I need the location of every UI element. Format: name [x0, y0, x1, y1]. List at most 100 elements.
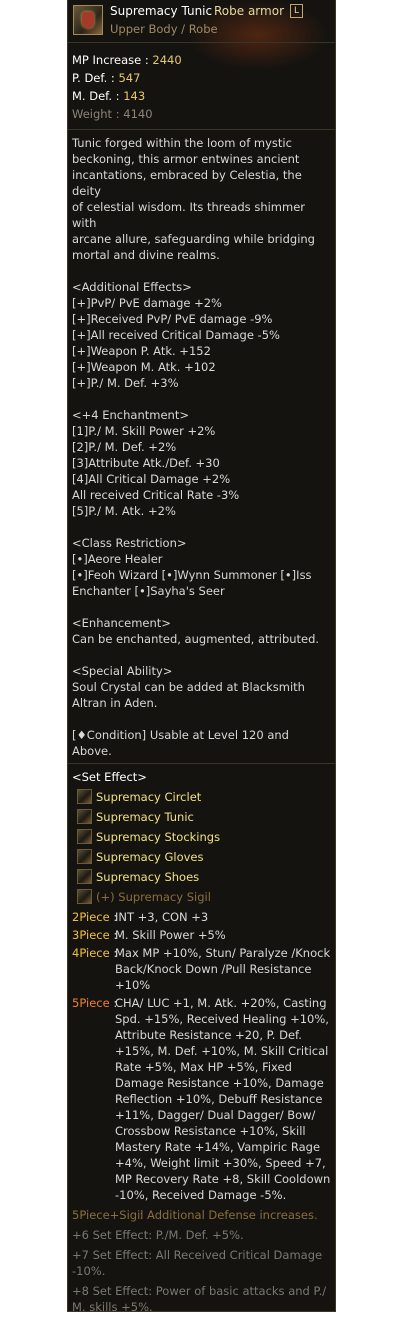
enchant-set-effect: +6 Set Effect: P./M. Def. +5%. — [72, 1228, 244, 1242]
description-line: Soul Crystal can be added at Blacksmith — [72, 680, 305, 694]
description-line: Can be enchanted, augmented, attributed. — [72, 632, 320, 646]
sigil-text: : Additional Defense increases. — [139, 1208, 318, 1222]
set-effect-section: <Set Effect> Supremacy Circlet Supremacy … — [68, 764, 335, 907]
piece-key: 2Piece : — [72, 909, 117, 925]
set-effect-title: <Set Effect> — [72, 770, 147, 784]
stat-mdef: M. Def. : 143 — [72, 87, 331, 105]
piece-separator: : — [109, 946, 118, 960]
description-line: <Additional Effects> — [72, 280, 192, 294]
stats-section: MP Increase : 2440 P. Def. : 547 M. Def.… — [68, 43, 335, 130]
set-item-list: Supremacy Circlet Supremacy Tunic Supremac… — [72, 787, 331, 907]
stat-label: M. Def. : — [72, 89, 124, 103]
description-line: incantations, embraced by Celestia, the … — [72, 168, 302, 198]
stat-pdef: P. Def. : 547 — [72, 69, 331, 87]
sigil-icon — [77, 889, 92, 904]
weight-value: 4140 — [123, 107, 153, 121]
set-item-name: Supremacy Stockings — [96, 830, 221, 844]
stat-value: 547 — [118, 71, 141, 85]
description-line: Altran in Aden. — [72, 696, 158, 710]
description-line: arcane allure, safeguarding while bridgi… — [72, 232, 315, 246]
piece-text: INT +3, CON +3 — [115, 910, 209, 924]
grade-badge: L — [290, 4, 303, 18]
piece-key: 3Piece : — [72, 927, 117, 943]
description-line: [1]P./ M. Skill Power +2% — [72, 424, 216, 438]
piece-count: 4Piece — [72, 946, 110, 960]
set-piece-effect: 3Piece : M. Skill Power +5% — [68, 927, 335, 943]
item-type: Robe armor — [214, 4, 284, 18]
description-line: Tunic forged within the loom of mystic — [72, 136, 292, 150]
set-item: (+) Supremacy Sigil — [72, 887, 331, 907]
stat-value: 143 — [123, 89, 146, 103]
piece-key: 4Piece : — [72, 945, 117, 961]
circlet-icon — [77, 789, 92, 804]
description-line: [•]Aeore Healer — [72, 552, 163, 566]
set-item-name: Supremacy Shoes — [96, 870, 200, 884]
item-tooltip: Supremacy Tunic Robe armor L Upper Body … — [67, 0, 336, 1312]
description-line: beckoning, this armor entwines ancient — [72, 152, 300, 166]
description-line: <Class Restriction> — [72, 536, 187, 550]
description-line: [+]P./ M. Def. +3% — [72, 376, 179, 390]
item-name: Supremacy Tunic — [110, 4, 213, 18]
set-item: Supremacy Shoes — [72, 867, 331, 887]
shoes-icon — [77, 869, 92, 884]
item-slot: Upper Body / Robe — [110, 22, 218, 36]
description-line: [3]Attribute Atk./Def. +30 — [72, 456, 220, 470]
set-item-name: (+) Supremacy Sigil — [96, 890, 211, 904]
description-section: Tunic forged within the loom of mystic be… — [68, 130, 335, 764]
description-line: [4]All Critical Damage +2% — [72, 472, 231, 486]
description-line: [+]Weapon P. Atk. +152 — [72, 344, 211, 358]
tunic-icon — [77, 809, 92, 824]
description-line: of celestial wisdom. Its threads shimmer… — [72, 200, 306, 230]
description-line: [♦Condition] Usable at Level 120 and Abo… — [72, 728, 289, 758]
tooltip-header: Supremacy Tunic Robe armor L Upper Body … — [68, 0, 335, 43]
set-piece-effect: 5Piece : CHA/ LUC +1, M. Atk. +20%, Cast… — [68, 995, 335, 1203]
set-sigil-effect: 5Piece+Sigil 5Piece+Sigil: Additional De… — [68, 1207, 335, 1223]
description-line: [5]P./ M. Atk. +2% — [72, 504, 176, 518]
description-line: <Enhancement> — [72, 616, 171, 630]
piece-key: 5Piece+Sigil — [72, 1208, 144, 1222]
piece-count: 5Piece — [72, 996, 110, 1010]
set-item-name: Supremacy Gloves — [96, 850, 204, 864]
stat-label: P. Def. : — [72, 71, 119, 85]
set-item-name: Supremacy Circlet — [96, 790, 202, 804]
description-line: mortal and divine realms. — [72, 248, 220, 262]
piece-separator: : — [109, 910, 118, 924]
stockings-icon — [77, 829, 92, 844]
set-piece-effect: 2Piece : INT +3, CON +3 — [68, 909, 335, 925]
set-piece-list: 2Piece : INT +3, CON +3 3Piece : M. Skill… — [68, 909, 335, 1203]
stat-weight: Weight : 4140 — [72, 105, 331, 123]
set-item: Supremacy Circlet — [72, 787, 331, 807]
enchant-set-effect: +8 Set Effect: Power of basic attacks an… — [72, 1284, 327, 1312]
piece-count: 3Piece — [72, 928, 110, 942]
piece-text: CHA/ LUC +1, M. Atk. +20%, Casting Spd. … — [115, 996, 331, 1202]
enchant-set-effect: +7 Set Effect: All Received Critical Dam… — [72, 1248, 323, 1278]
piece-separator: : — [109, 928, 118, 942]
tunic-icon — [73, 5, 103, 35]
stat-value: 2440 — [152, 53, 182, 67]
piece-key: 5Piece : — [72, 995, 117, 1011]
piece-text: Max MP +10%, Stun/ Paralyze /Knock Back/… — [115, 946, 331, 992]
description-line: [+]Weapon M. Atk. +102 — [72, 360, 216, 374]
description-line: <Special Ability> — [72, 664, 173, 678]
set-item: Supremacy Tunic — [72, 807, 331, 827]
piece-separator: : — [109, 996, 118, 1010]
set-item: Supremacy Stockings — [72, 827, 331, 847]
weight-label: Weight : — [72, 107, 124, 121]
description-line: [+]PvP/ PvE damage +2% — [72, 296, 222, 310]
description-line: All received Critical Rate -3% — [72, 488, 240, 502]
set-item: Supremacy Gloves — [72, 847, 331, 867]
enchant-effect-list: +6 Set Effect: P./M. Def. +5%. +7 Set Eff… — [68, 1227, 335, 1312]
description-line: [+]Received PvP/ PvE damage -9% — [72, 312, 273, 326]
description-line: <+4 Enchantment> — [72, 408, 189, 422]
description-line: [•]Feoh Wizard [•]Wynn Summoner [•]Iss — [72, 568, 312, 582]
piece-text: M. Skill Power +5% — [115, 928, 226, 942]
description-line: [+]All received Critical Damage -5% — [72, 328, 280, 342]
piece-count: 2Piece — [72, 910, 110, 924]
set-piece-effect: 4Piece : Max MP +10%, Stun/ Paralyze /Kn… — [68, 945, 335, 993]
